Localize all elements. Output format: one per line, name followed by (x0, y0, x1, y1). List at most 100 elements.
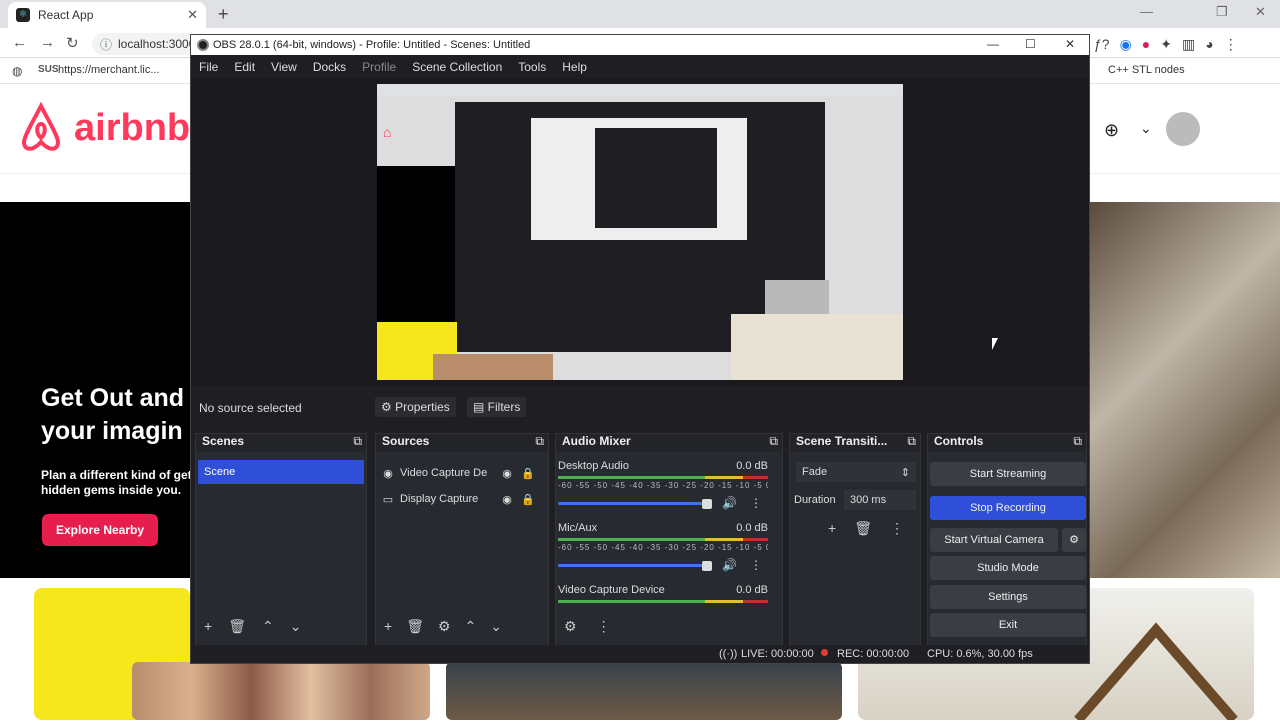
gear-icon[interactable]: ⚙ (564, 618, 577, 635)
airbnb-logo[interactable]: airbnb (18, 102, 190, 154)
more-icon[interactable]: ⋮ (750, 558, 762, 572)
undock-icon[interactable]: ⧉ (907, 434, 916, 449)
puzzle-icon[interactable]: ✦ (1160, 36, 1172, 53)
channel-name: Mic/Aux (558, 522, 598, 534)
close-window-icon[interactable]: ✕ (1255, 4, 1266, 20)
close-tab-icon[interactable]: ✕ (187, 7, 198, 23)
volume-slider[interactable] (558, 564, 708, 567)
chevron-down-icon[interactable]: ⌄ (490, 618, 502, 635)
close-icon[interactable]: ✕ (1065, 37, 1075, 51)
eye-icon[interactable]: ◉ (496, 467, 518, 480)
transitions-toolbar: + 🗑 ⋮ (828, 520, 904, 537)
globe-icon[interactable]: ⊕ (1104, 120, 1119, 141)
chevron-up-icon[interactable]: ⌃ (262, 618, 274, 635)
bookmark-icon[interactable]: SUS (38, 64, 59, 75)
sidebar-icon[interactable]: ▥ (1182, 36, 1195, 53)
user-avatar[interactable] (1166, 112, 1200, 146)
add-icon[interactable]: + (204, 618, 212, 635)
volume-meter (558, 600, 768, 603)
obs-title-bar: OBS 28.0.1 (64-bit, windows) - Profile: … (191, 35, 1089, 55)
menu-icon[interactable]: ⋮ (1224, 36, 1238, 53)
browser-tab[interactable]: ⚛ React App ✕ (8, 2, 206, 28)
video-call-image[interactable] (132, 662, 430, 720)
menu-tools[interactable]: Tools (510, 60, 554, 74)
chevron-up-icon[interactable]: ⌃ (465, 618, 477, 635)
sources-dock: Sources ⧉ ◉ Video Capture De ◉ 🔒 ▭ Displa… (375, 433, 549, 649)
settings-button[interactable]: Settings (930, 585, 1086, 609)
trash-icon[interactable]: 🗑 (406, 618, 424, 635)
forward-icon[interactable]: → (40, 34, 55, 51)
menu-view[interactable]: View (263, 60, 305, 74)
chevron-down-icon[interactable]: ⌄ (1140, 120, 1152, 137)
source-item[interactable]: ▭ Display Capture ◉ 🔒 (376, 488, 550, 510)
meter-scale: -60 -55 -50 -45 -40 -35 -30 -25 -20 -15 … (558, 543, 768, 552)
scene-item[interactable]: Scene (198, 460, 364, 484)
bookmark-link[interactable]: https://merchant.lic... (58, 64, 159, 76)
speaker-icon[interactable]: 🔊 (722, 558, 737, 572)
nested-obs-inner (595, 128, 717, 228)
lock-icon[interactable]: 🔒 (518, 467, 538, 480)
menu-help[interactable]: Help (554, 60, 595, 74)
bookmark-globe-icon[interactable]: ◍ (12, 64, 22, 78)
duration-input[interactable]: 300 ms (844, 490, 916, 510)
speaker-icon[interactable]: 🔊 (722, 496, 737, 510)
obs-logo-icon (197, 39, 209, 51)
filters-tab[interactable]: ▤ Filters (467, 397, 527, 417)
extension-icon[interactable]: ● (1142, 36, 1150, 53)
menu-docks[interactable]: Docks (305, 60, 354, 74)
reload-icon[interactable]: ↻ (66, 34, 79, 52)
minimize-icon[interactable]: — (1140, 4, 1153, 19)
undock-icon[interactable]: ⧉ (353, 434, 362, 449)
undock-icon[interactable]: ⧉ (1073, 434, 1082, 449)
status-bar: ((·)) LIVE: 00:00:00 REC: 00:00:00 CPU: … (191, 645, 1089, 663)
properties-tab[interactable]: ⚙ Properties (375, 397, 456, 417)
gear-icon[interactable]: ⚙ (438, 618, 451, 635)
function-icon[interactable]: ƒ? (1094, 36, 1110, 53)
controls-dock: Controls ⧉ Start Streaming Stop Recording… (927, 433, 1087, 649)
transition-select[interactable]: Fade ⇕ (796, 462, 916, 482)
dome-image[interactable] (446, 662, 842, 720)
source-item[interactable]: ◉ Video Capture De ◉ 🔒 (376, 462, 550, 484)
undock-icon[interactable]: ⧉ (535, 434, 544, 449)
preview-canvas[interactable]: ⌂ (377, 84, 903, 380)
obs-window: OBS 28.0.1 (64-bit, windows) - Profile: … (190, 34, 1090, 664)
info-icon: ⓘ (100, 38, 113, 52)
start-streaming-button[interactable]: Start Streaming (930, 462, 1086, 486)
studio-mode-button[interactable]: Studio Mode (930, 556, 1086, 580)
new-tab-button[interactable]: + (218, 4, 229, 25)
slider-knob[interactable] (702, 499, 712, 509)
chevron-down-icon[interactable]: ⌄ (290, 618, 302, 635)
back-icon[interactable]: ← (12, 34, 27, 51)
extension-icon[interactable]: ◉ (1120, 36, 1132, 53)
menu-profile[interactable]: Profile (354, 60, 404, 74)
eye-icon[interactable]: ◉ (496, 493, 518, 506)
explore-nearby-button[interactable]: Explore Nearby (42, 514, 158, 546)
undock-icon[interactable]: ⧉ (769, 434, 778, 449)
trash-icon[interactable]: 🗑 (854, 520, 872, 537)
slider-knob[interactable] (702, 561, 712, 571)
gear-icon[interactable]: ⚙ (1062, 528, 1086, 552)
add-icon[interactable]: + (828, 520, 836, 537)
nested-browser-bar (377, 84, 903, 96)
menu-edit[interactable]: Edit (226, 60, 263, 74)
exit-button[interactable]: Exit (930, 613, 1086, 637)
bookmark-link[interactable]: C++ STL nodes (1108, 64, 1185, 76)
menu-scene-collection[interactable]: Scene Collection (404, 60, 510, 74)
stop-recording-button[interactable]: Stop Recording (930, 496, 1086, 520)
audio-mixer-header: Audio Mixer ⧉ (556, 434, 782, 452)
add-icon[interactable]: + (384, 618, 392, 635)
maximize-icon[interactable]: ☐ (1025, 37, 1036, 51)
address-bar[interactable]: ⓘ localhost:3000 (92, 33, 202, 55)
more-icon[interactable]: ⋮ (597, 618, 611, 635)
start-virtual-camera-button[interactable]: Start Virtual Camera (930, 528, 1058, 552)
trash-icon[interactable]: 🗑 (228, 618, 246, 635)
more-icon[interactable]: ⋮ (750, 496, 762, 510)
volume-slider[interactable] (558, 502, 708, 505)
hero-subtitle: Plan a different kind of geta hidden gem… (41, 468, 191, 497)
minimize-icon[interactable]: — (987, 37, 999, 51)
menu-file[interactable]: File (191, 60, 226, 74)
maximize-icon[interactable]: ❐ (1216, 4, 1228, 20)
more-icon[interactable]: ⋮ (890, 520, 904, 537)
lock-icon[interactable]: 🔒 (518, 493, 538, 506)
profile-avatar[interactable]: ◕ (1205, 36, 1213, 53)
